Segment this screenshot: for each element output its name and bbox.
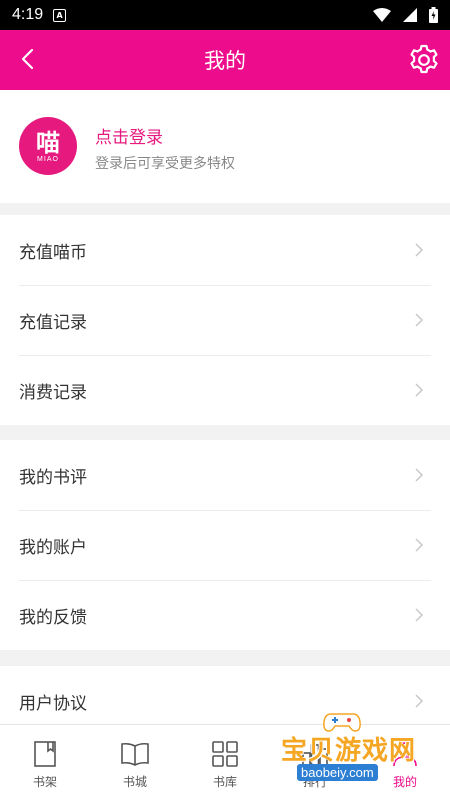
menu-item-spending-history[interactable]: 消费记录 [0, 355, 450, 425]
menu-group-personal: 我的书评 我的账户 我的反馈 [0, 440, 450, 650]
menu-item-label: 充值喵币 [19, 242, 87, 263]
menu-item-my-account[interactable]: 我的账户 [0, 510, 450, 580]
status-time: 4:19 [12, 6, 44, 23]
menu-item-label: 消费记录 [19, 382, 87, 403]
open-book-icon [121, 742, 149, 766]
tab-label: 书架 [32, 775, 57, 789]
bottom-tab-bar: 书架 书城 书库 排行 我的 [0, 724, 450, 800]
settings-button[interactable] [406, 42, 442, 78]
status-bar: 4:19 A [0, 0, 450, 30]
menu-group-account: 充值喵币 充值记录 消费记录 [0, 215, 450, 425]
tab-ranking[interactable]: 排行 [270, 725, 360, 800]
menu-item-label: 我的书评 [19, 467, 87, 488]
profile-card[interactable]: 喵 MIAO 点击登录 登录后可享受更多特权 [0, 90, 450, 203]
avatar-logo-brand: MIAO [37, 155, 59, 163]
avatar-logo-glyph: 喵 [36, 128, 60, 157]
menu-item-label: 我的账户 [19, 537, 87, 558]
chevron-right-icon [415, 383, 424, 397]
battery-icon [429, 7, 438, 23]
back-button[interactable] [12, 44, 42, 74]
tab-label: 书库 [212, 775, 237, 789]
menu-item-label: 用户协议 [19, 693, 87, 714]
menu-item-label: 充值记录 [19, 312, 87, 333]
menu-item-recharge[interactable]: 充值喵币 [0, 215, 450, 285]
login-link[interactable]: 点击登录 [95, 123, 163, 148]
chevron-right-icon [415, 468, 424, 482]
tab-label: 排行 [302, 775, 327, 789]
ranking-icon [302, 744, 328, 767]
back-arrow-icon [21, 48, 34, 70]
login-subtitle: 登录后可享受更多特权 [95, 156, 235, 172]
grid-icon [212, 741, 238, 767]
tab-bookstore[interactable]: 书城 [90, 725, 180, 800]
tab-label: 我的 [392, 775, 417, 789]
chevron-right-icon [415, 313, 424, 327]
chevron-right-icon [415, 538, 424, 552]
chevron-right-icon [415, 694, 424, 708]
signal-icon [403, 8, 417, 22]
tab-label: 书城 [122, 775, 147, 789]
notification-icon: A [53, 8, 67, 22]
gear-icon [410, 44, 438, 74]
chevron-right-icon [415, 243, 424, 257]
status-icons [373, 7, 438, 23]
profile-icon [393, 742, 417, 767]
wifi-icon [373, 8, 391, 22]
menu-item-label: 我的反馈 [19, 607, 87, 628]
page-title: 我的 [204, 49, 246, 73]
tab-mine[interactable]: 我的 [360, 725, 450, 800]
menu-item-my-reviews[interactable]: 我的书评 [0, 440, 450, 510]
menu-item-recharge-history[interactable]: 充值记录 [0, 285, 450, 355]
avatar[interactable]: 喵 MIAO [19, 117, 77, 175]
tab-library[interactable]: 书库 [180, 725, 270, 800]
app-header: 我的 [0, 30, 450, 90]
bookshelf-icon [34, 741, 56, 767]
chevron-right-icon [415, 608, 424, 622]
tab-bookshelf[interactable]: 书架 [0, 725, 90, 800]
menu-item-my-feedback[interactable]: 我的反馈 [0, 580, 450, 650]
